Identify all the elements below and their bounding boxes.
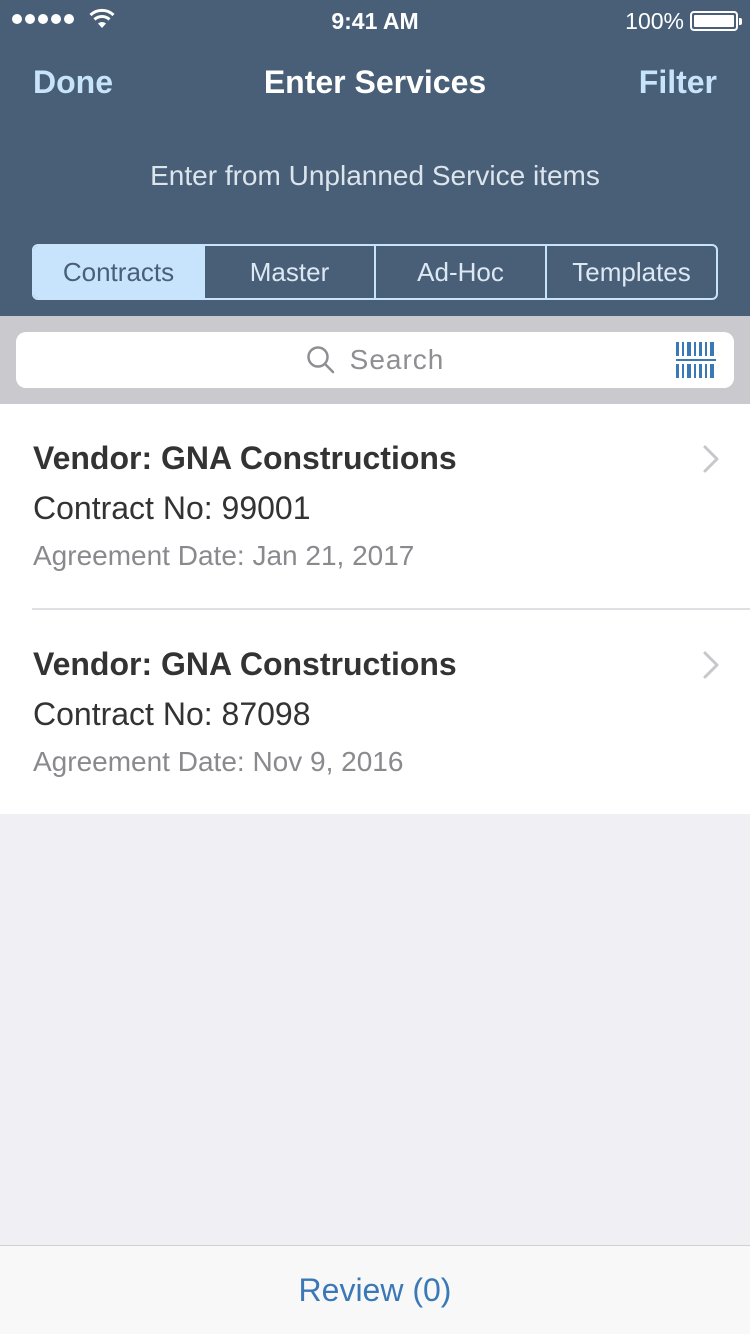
search-icon xyxy=(306,346,334,374)
segment-contracts[interactable]: Contracts xyxy=(34,246,203,298)
segment-ad-hoc[interactable]: Ad-Hoc xyxy=(374,246,545,298)
chevron-right-icon xyxy=(703,651,719,679)
search-input[interactable]: Search xyxy=(16,332,734,388)
barcode-scan-icon[interactable] xyxy=(676,342,716,378)
list-item[interactable]: Vendor: GNA Constructions Contract No: 9… xyxy=(0,404,750,608)
contract-list: Vendor: GNA Constructions Contract No: 9… xyxy=(0,404,750,814)
review-button[interactable]: Review (0) xyxy=(299,1272,452,1309)
filter-button[interactable]: Filter xyxy=(639,64,717,101)
header: 9:41 AM 100% Done Enter Services Filter … xyxy=(0,0,750,316)
segment-templates[interactable]: Templates xyxy=(545,246,716,298)
agreement-date: Agreement Date: Nov 9, 2016 xyxy=(33,746,404,777)
contract-number: Contract No: 87098 xyxy=(33,696,311,732)
vendor-name: Vendor: GNA Constructions xyxy=(33,440,457,476)
chevron-right-icon xyxy=(703,445,719,473)
vendor-name: Vendor: GNA Constructions xyxy=(33,646,457,682)
segment-master[interactable]: Master xyxy=(203,246,374,298)
search-bar-container: Search xyxy=(0,316,750,404)
battery-icon xyxy=(690,11,742,31)
battery-percentage: 100% xyxy=(625,8,684,34)
status-bar: 9:41 AM 100% xyxy=(0,0,750,40)
list-item[interactable]: Vendor: GNA Constructions Contract No: 8… xyxy=(0,610,750,814)
agreement-date: Agreement Date: Jan 21, 2017 xyxy=(33,540,415,571)
bottom-toolbar: Review (0) xyxy=(0,1245,750,1334)
search-placeholder: Search xyxy=(349,344,445,375)
page-subtitle: Enter from Unplanned Service items xyxy=(150,160,600,191)
segmented-control: Contracts Master Ad-Hoc Templates xyxy=(32,244,718,300)
contract-number: Contract No: 99001 xyxy=(33,490,311,526)
page-title: Enter Services xyxy=(263,64,487,100)
